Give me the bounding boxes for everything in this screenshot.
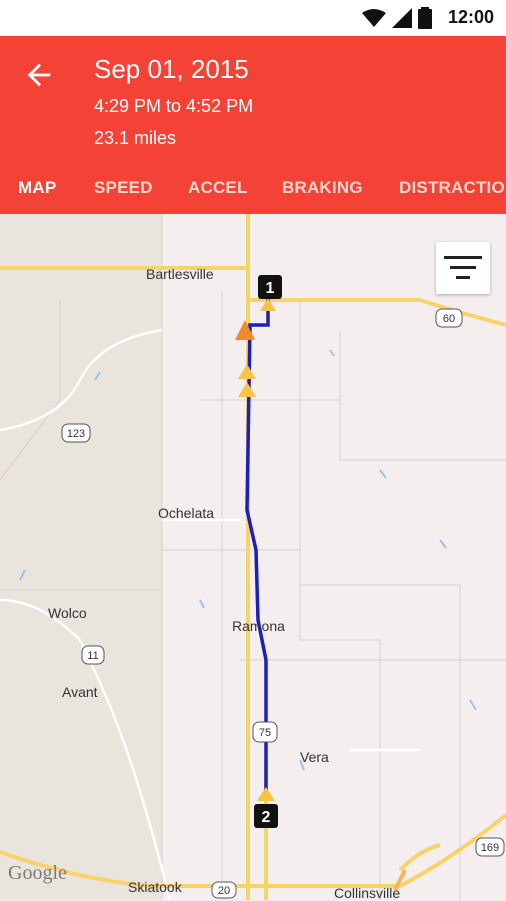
tab-distraction[interactable]: DISTRACTION [399, 178, 506, 198]
filter-button[interactable] [436, 242, 490, 294]
svg-text:20: 20 [218, 885, 230, 897]
place-ramona: Ramona [232, 618, 285, 634]
svg-text:11: 11 [87, 650, 98, 662]
arrow-left-icon[interactable] [22, 58, 56, 92]
place-bartlesville: Bartlesville [146, 266, 214, 282]
tab-bar: MAP SPEED ACCEL BRAKING DISTRACTION [0, 172, 506, 214]
svg-text:1: 1 [266, 280, 275, 297]
status-icons [362, 7, 432, 29]
wifi-icon [362, 9, 386, 27]
svg-text:60: 60 [443, 313, 455, 325]
place-wolco: Wolco [48, 605, 87, 621]
filter-icon [444, 256, 482, 279]
clock: 12:00 [447, 7, 494, 27]
status-bar: 12:00 [0, 0, 506, 36]
svg-text:75: 75 [259, 727, 271, 739]
place-skiatook: Skiatook [128, 879, 182, 895]
signal-icon [392, 8, 412, 28]
trip-map[interactable]: 1 2 60 123 11 75 169 20 [0, 214, 506, 900]
tab-accel[interactable]: ACCEL [188, 178, 248, 198]
trip-distance: 23.1 miles [94, 128, 177, 148]
map-attribution: Google [8, 862, 67, 884]
tab-speed[interactable]: SPEED [94, 178, 153, 198]
place-ochelata: Ochelata [158, 505, 215, 521]
place-vera: Vera [300, 749, 329, 765]
trip-header: Sep 01, 2015 4:29 PM to 4:52 PM 23.1 mil… [0, 36, 506, 214]
svg-text:123: 123 [67, 428, 85, 440]
place-avant: Avant [62, 684, 98, 700]
tab-map[interactable]: MAP [18, 178, 56, 198]
battery-icon [418, 7, 432, 29]
svg-text:2: 2 [262, 809, 271, 826]
start-marker: 1 [258, 275, 282, 299]
place-collinsville: Collinsville [334, 885, 401, 901]
tab-braking[interactable]: BRAKING [282, 178, 363, 198]
trip-time-range: 4:29 PM to 4:52 PM [94, 96, 254, 116]
end-marker: 2 [254, 804, 278, 828]
svg-text:169: 169 [481, 842, 499, 854]
trip-date: Sep 01, 2015 [94, 54, 249, 84]
